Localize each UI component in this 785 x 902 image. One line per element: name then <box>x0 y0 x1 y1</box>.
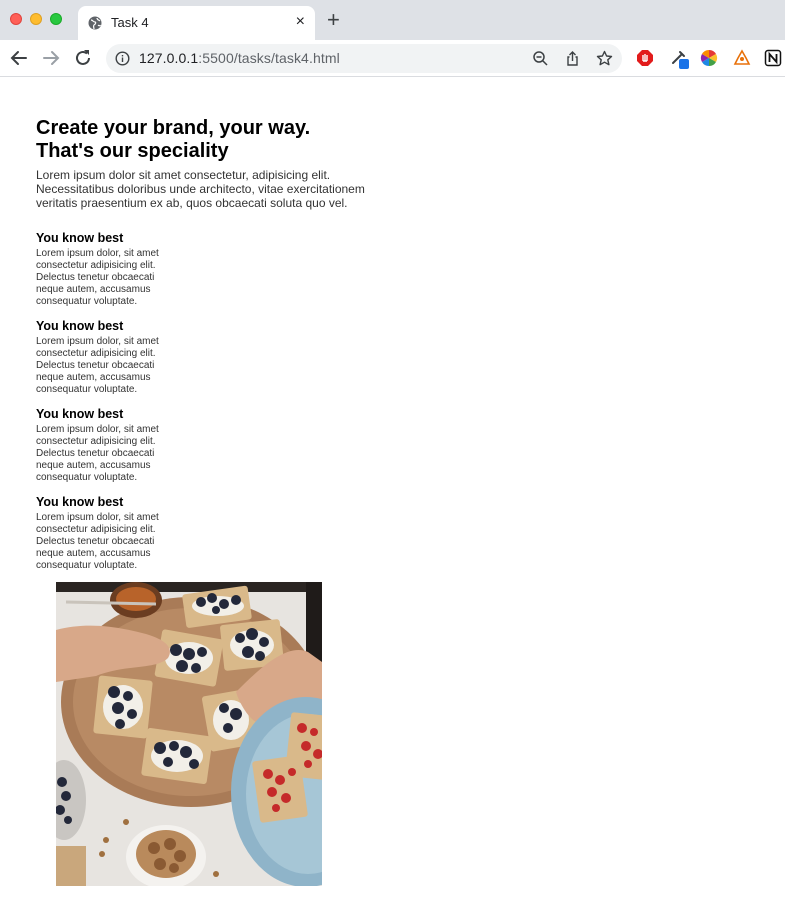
feature-text: Lorem ipsum dolor, sit amet consectetur … <box>36 424 159 483</box>
browser-tab-bar: Task 4 × + <box>0 0 785 40</box>
feature-item: You know best Lorem ipsum dolor, sit ame… <box>36 494 176 572</box>
extension-icon[interactable] <box>733 49 751 67</box>
feature-item: You know best Lorem ipsum dolor, sit ame… <box>36 230 176 308</box>
feature-item: You know best Lorem ipsum dolor, sit ame… <box>36 318 176 396</box>
page-content: Create your brand, your way. That's our … <box>36 78 785 902</box>
url-text: 127.0.0.1:5500/tasks/task4.html <box>139 50 340 66</box>
feature-title: You know best <box>36 407 124 421</box>
eyedropper-icon[interactable] <box>670 48 692 70</box>
tab-close-button[interactable]: × <box>296 13 305 31</box>
share-icon[interactable] <box>564 50 581 67</box>
close-window-button[interactable] <box>10 13 22 25</box>
globe-icon <box>88 16 102 30</box>
arrow-right-icon[interactable] <box>40 47 62 69</box>
headline-line-2: That's our speciality <box>36 140 229 162</box>
food-photo <box>56 582 322 886</box>
feature-title: You know best <box>36 319 124 333</box>
page-headline: Create your brand, your way. That's our … <box>36 117 366 163</box>
star-icon[interactable] <box>596 50 613 67</box>
url-host: 127.0.0.1 <box>139 50 199 66</box>
info-icon[interactable] <box>115 51 130 66</box>
tab-task-4[interactable]: Task 4 × <box>78 6 315 40</box>
feature-text: Lorem ipsum dolor, sit amet consectetur … <box>36 336 159 395</box>
feature-text: Lorem ipsum dolor, sit amet consectetur … <box>36 512 159 571</box>
zoom-out-icon[interactable] <box>532 50 549 67</box>
adblock-icon[interactable] <box>636 49 654 67</box>
intro-paragraph: Lorem ipsum dolor sit amet consectetur, … <box>36 168 365 210</box>
color-wheel-icon[interactable] <box>700 49 718 67</box>
feature-item: You know best Lorem ipsum dolor, sit ame… <box>36 406 176 484</box>
feature-title: You know best <box>36 231 124 245</box>
address-bar[interactable]: 127.0.0.1:5500/tasks/task4.html <box>106 44 622 73</box>
zoom-window-button[interactable] <box>50 13 62 25</box>
minimize-window-button[interactable] <box>30 13 42 25</box>
feature-text: Lorem ipsum dolor, sit amet consectetur … <box>36 248 159 307</box>
new-tab-button[interactable]: + <box>327 9 340 31</box>
feature-title: You know best <box>36 495 124 509</box>
url-path: :5500/tasks/task4.html <box>198 50 340 66</box>
browser-toolbar: 127.0.0.1:5500/tasks/task4.html <box>0 40 785 77</box>
reload-icon[interactable] <box>72 47 94 69</box>
tab-title: Task 4 <box>111 15 149 30</box>
headline-line-1: Create your brand, your way. <box>36 117 311 139</box>
arrow-left-icon[interactable] <box>8 47 30 69</box>
notion-icon[interactable] <box>764 49 782 67</box>
